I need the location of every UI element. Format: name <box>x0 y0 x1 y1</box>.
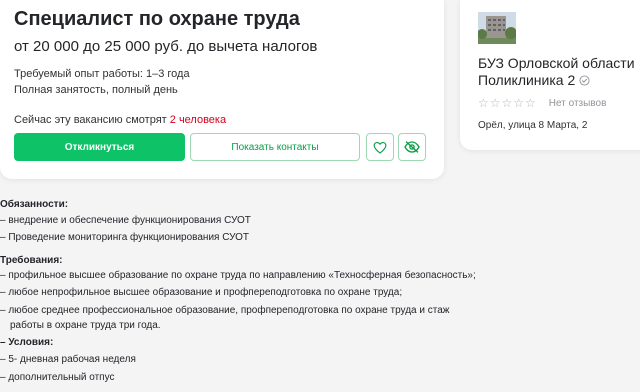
company-name-line1[interactable]: БУЗ Орловской области <box>478 55 635 72</box>
condition-item: – дополнительный отпус <box>0 372 115 383</box>
viewers-prefix: Сейчас эту вакансию смотрят <box>14 114 170 126</box>
salary: от 20 000 до 25 000 руб. до вычета налог… <box>14 38 318 55</box>
employer-card: БУЗ Орловской области Поликлиника 2 ☆☆☆☆… <box>460 0 640 150</box>
check-circle-icon <box>579 75 590 86</box>
eye-off-icon <box>404 141 420 153</box>
conditions-title: – Условия: <box>0 337 54 348</box>
company-name-line2[interactable]: Поликлиника 2 <box>478 72 635 89</box>
rating[interactable]: ☆☆☆☆☆ Нет отзывов <box>478 96 606 110</box>
viewers-count: 2 человека <box>169 114 227 126</box>
duty-item: – внедрение и обеспечение функционирован… <box>0 215 251 226</box>
requirements-title: Требования: <box>0 255 63 266</box>
vacancy-card: Специалист по охране труда от 20 000 до … <box>0 0 444 179</box>
employment-text: Полная занятость, полный день <box>14 84 178 96</box>
rating-stars-icon: ☆☆☆☆☆ <box>478 96 537 110</box>
requirement-item: – профильное высшее образование по охран… <box>0 270 476 281</box>
hide-vacancy-button[interactable] <box>398 133 426 161</box>
requirement-item: – любое среднее профессиональное образов… <box>0 305 450 316</box>
vacancy-title: Специалист по охране труда <box>14 8 300 30</box>
company-logo[interactable] <box>478 12 516 44</box>
respond-button[interactable]: Откликнуться <box>14 133 185 161</box>
reviews-count: Нет отзывов <box>548 97 607 109</box>
condition-item: – 5- дневная рабочая неделя <box>0 354 136 365</box>
heart-icon <box>373 141 387 154</box>
favorite-button[interactable] <box>366 133 394 161</box>
show-contacts-button[interactable]: Показать контакты <box>190 133 360 161</box>
requirement-item-continued: работы в охране труда три года. <box>10 320 161 331</box>
company-name[interactable]: БУЗ Орловской области Поликлиника 2 <box>478 55 635 89</box>
duties-title: Обязанности: <box>0 199 69 210</box>
duty-item: – Проведение мониторинга функционировани… <box>0 232 250 243</box>
company-address: Орёл, улица 8 Марта, 2 <box>478 120 588 131</box>
viewers-text: Сейчас эту вакансию смотрят 2 человека <box>14 114 226 126</box>
experience-text: Требуемый опыт работы: 1–3 года <box>14 68 190 80</box>
requirement-item: – любое непрофильное высшее образование … <box>0 287 403 298</box>
